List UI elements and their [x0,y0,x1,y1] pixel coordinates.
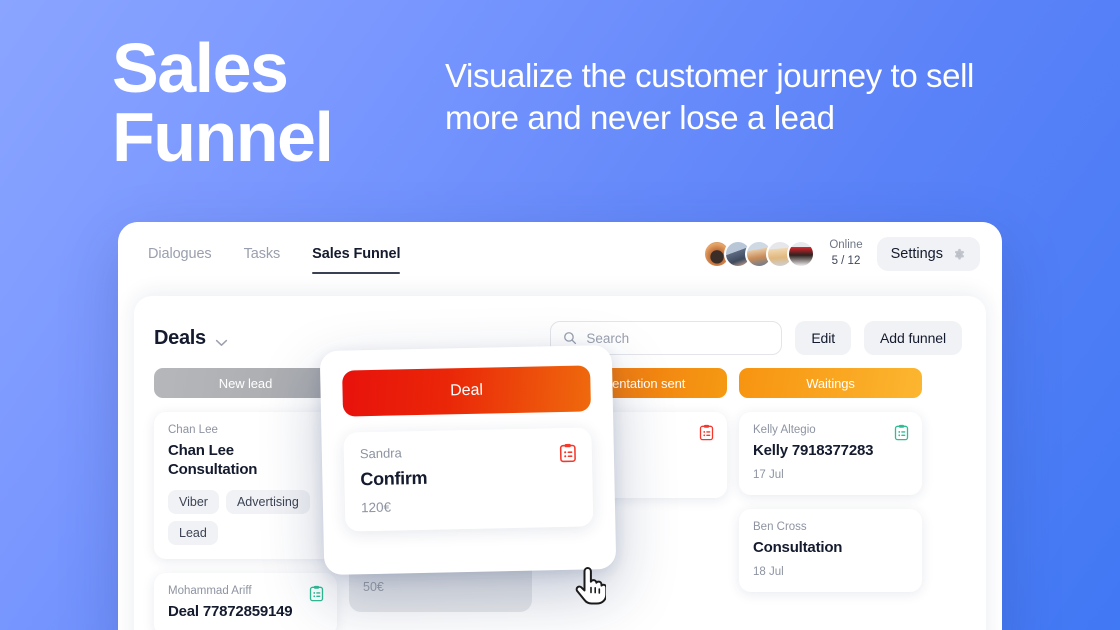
deal-card-contact: Ben Cross [753,521,807,534]
dragged-card-price: 120€ [360,499,392,516]
tag[interactable]: Lead [168,521,218,546]
dragged-deal-card[interactable]: Sandra Confirm 120€ [343,427,594,532]
tag[interactable]: Viber [168,490,219,515]
clipboard-icon-red [559,443,577,463]
tag[interactable]: Advertising [225,490,310,515]
page-title: Sales Funnel [112,33,334,176]
deals-dropdown[interactable]: Deals [154,327,228,350]
settings-button[interactable]: Settings [876,237,980,271]
tab-tasks[interactable]: Tasks [244,222,281,286]
funnel-column-waitings: Waitings Kelly Altegio Kelly 7918377283 [739,368,922,630]
chevron-down-icon [215,334,228,346]
gear-icon [951,247,966,262]
deal-card[interactable]: Mohammad Ariff Deal 77872859149 [154,573,337,630]
header-right: Online 5 / 12 Settings [703,237,980,271]
add-funnel-button[interactable]: Add funnel [864,321,962,355]
edit-button[interactable]: Edit [795,321,852,355]
column-header[interactable]: New lead [154,368,337,398]
pointer-cursor-icon [572,566,608,606]
board-tools: Edit Add funnel [550,321,962,355]
dragged-deal-popup[interactable]: Deal Sandra Confirm 120€ [319,344,617,576]
hero-subtitle: Visualize the customer journey to sell m… [445,57,974,137]
app-header: Dialogues Tasks Sales Funnel Online 5 / … [118,222,1002,286]
dragged-card-title: Confirm [360,467,428,490]
deal-card-contact: Kelly Altegio [753,424,816,436]
popup-column-header: Deal [342,365,592,417]
avatar-group[interactable] [703,240,816,268]
deal-card[interactable]: Chan Lee Chan Lee Consultation Viber Adv… [154,412,337,560]
clipboard-icon-red [699,424,714,441]
deal-card-contact: Chan Lee [168,424,218,436]
deal-card[interactable]: Kelly Altegio Kelly 7918377283 17 Jul [739,412,922,496]
funnel-column-new-lead: New lead Chan Lee Chan Lee Consultation … [154,368,337,630]
deal-card-price: 50€ [363,580,384,594]
online-status: Online 5 / 12 [829,238,862,269]
clipboard-icon-green [894,424,909,441]
deal-card-contact: Mohammad Ariff [168,585,252,598]
column-header[interactable]: Waitings [739,368,922,398]
deal-card-date: 17 Jul [753,469,784,482]
tab-dialogues[interactable]: Dialogues [148,222,212,286]
deal-card-date: 18 Jul [753,566,784,579]
deals-title: Deals [154,326,206,349]
deal-card-tags: Viber Advertising Lead [168,490,323,546]
deal-card[interactable]: Ben Cross Consultation 18 Jul [739,509,922,593]
deal-card-title: Kelly 7918377283 [753,442,874,459]
tab-sales-funnel[interactable]: Sales Funnel [312,222,401,286]
hero-title-line2: Funnel [112,97,334,176]
avatar[interactable] [787,240,816,268]
dragged-card-contact: Sandra [359,445,402,462]
search-icon [563,331,577,345]
hero-title-line1: Sales [112,29,289,107]
deal-card-title: Deal 77872859149 [168,603,293,621]
online-label: Online [829,239,863,252]
settings-button-label: Settings [890,246,943,262]
deal-card-title: Consultation [753,539,843,557]
deal-card-title: Chan Lee Consultation [168,442,258,479]
clipboard-icon-green [309,585,324,602]
online-count: 5 / 12 [831,255,861,267]
nav-tabs: Dialogues Tasks Sales Funnel [148,222,401,286]
hero-section: Sales Funnel Visualize the customer jour… [0,0,1120,222]
search-input[interactable] [586,330,770,346]
